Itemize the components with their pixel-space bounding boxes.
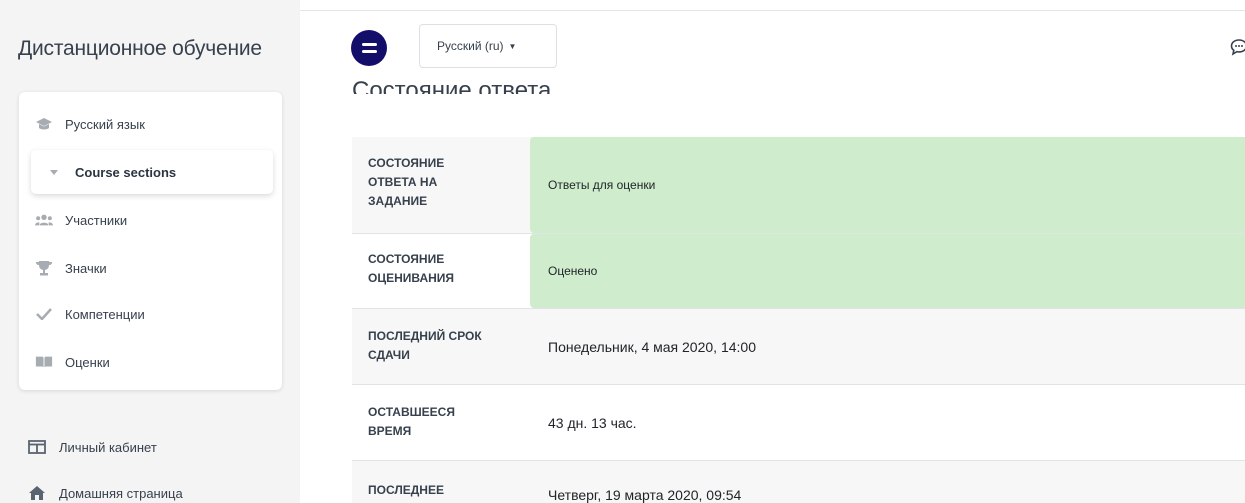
nav-item-course[interactable]: Русский язык xyxy=(19,106,282,142)
heading-container: Состояние ответа xyxy=(300,71,1245,94)
nav-item-competencies[interactable]: Компетенции xyxy=(19,296,282,332)
nav-item-grades[interactable]: Оценки xyxy=(19,344,282,380)
row-value: Ответы для оценки xyxy=(530,137,1245,233)
nav-item-badges[interactable]: Значки xyxy=(19,250,282,286)
trophy-icon xyxy=(35,259,53,277)
caret-down-icon xyxy=(49,163,59,181)
language-label: Русский (ru) xyxy=(437,39,504,53)
row-label: Состояние ответа на задание xyxy=(368,156,445,208)
table-row: Состояние ответа на задание Ответы для о… xyxy=(352,137,1245,234)
nav-item-course-sections[interactable]: Course sections xyxy=(31,150,273,194)
row-value: Четверг, 19 марта 2020, 09:54 xyxy=(548,487,742,503)
page-heading: Состояние ответа xyxy=(352,77,552,94)
row-value: 43 дн. 13 час. xyxy=(548,414,637,431)
dashboard-icon xyxy=(27,438,47,456)
row-label: Состояние оценивания xyxy=(368,252,455,285)
table-row: Последний срок сдачи Понедельник, 4 мая … xyxy=(352,309,1245,385)
course-nav: Русский язык Course sections Участники З… xyxy=(19,92,282,390)
site-title[interactable]: Дистанционное обучение xyxy=(18,37,262,61)
check-icon xyxy=(35,305,53,323)
nav-item-dashboard[interactable]: Личный кабинет xyxy=(19,432,282,462)
nav-item-home[interactable]: Домашняя страница xyxy=(19,478,282,503)
table-row: Последнее Четверг, 19 марта 2020, 09:54 xyxy=(352,461,1245,503)
nav-item-label: Русский язык xyxy=(65,116,145,132)
row-label: Оставшееся время xyxy=(368,405,455,438)
row-value: Оценено xyxy=(530,234,1245,308)
sidebar: Дистанционное обучение Русский язык Cour… xyxy=(0,0,300,503)
nav-item-label: Компетенции xyxy=(65,306,145,322)
nav-item-label: Личный кабинет xyxy=(59,439,157,455)
graduation-cap-icon xyxy=(35,115,53,133)
table-row: Состояние оценивания Оценено xyxy=(352,234,1245,309)
language-selector[interactable]: Русский (ru) ▼ xyxy=(419,24,557,68)
row-label: Последний срок сдачи xyxy=(368,329,482,362)
users-icon xyxy=(35,211,53,229)
nav-item-participants[interactable]: Участники xyxy=(19,202,282,238)
caret-down-icon: ▼ xyxy=(508,41,517,51)
book-icon xyxy=(35,353,53,371)
navbar-divider xyxy=(300,10,1245,11)
nav-item-label: Оценки xyxy=(65,354,110,370)
table-row: Оставшееся время 43 дн. 13 час. xyxy=(352,385,1245,461)
nav-item-label: Участники xyxy=(65,212,128,228)
nav-item-label: Course sections xyxy=(75,164,177,180)
hamburger-icon[interactable] xyxy=(351,30,387,66)
nav-item-label: Значки xyxy=(65,260,107,276)
row-value: Понедельник, 4 мая 2020, 14:00 xyxy=(548,338,756,355)
chat-icon[interactable] xyxy=(1230,38,1245,56)
nav-item-label: Домашняя страница xyxy=(59,485,183,501)
home-icon xyxy=(27,484,47,502)
row-label: Последнее xyxy=(368,483,444,497)
